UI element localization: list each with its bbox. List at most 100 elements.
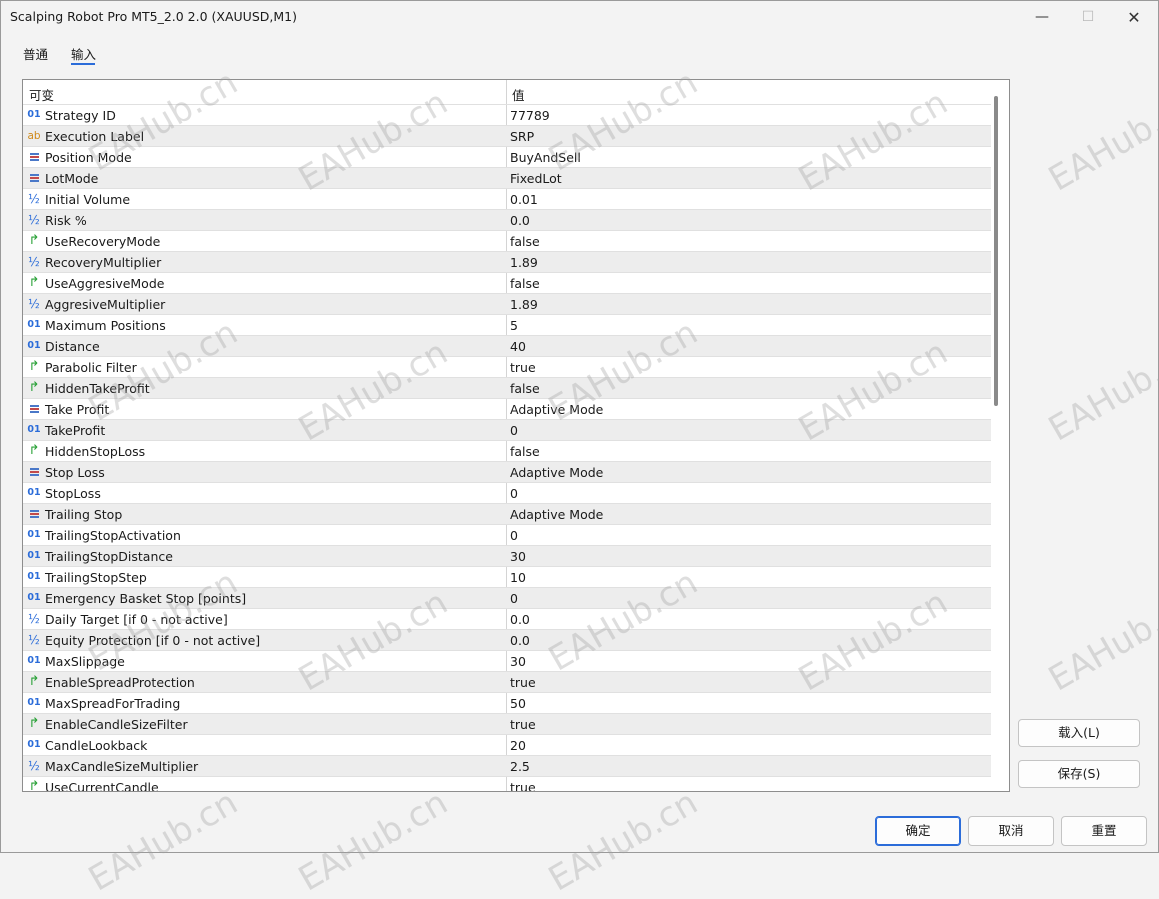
table-row[interactable]: ↱ UseCurrentCandle true bbox=[23, 776, 991, 792]
double-icon: ½ bbox=[28, 297, 40, 311]
table-row[interactable]: LotMode FixedLot bbox=[23, 167, 991, 188]
row-value[interactable]: 1.89 bbox=[510, 255, 538, 270]
row-variable-name: UseAggresiveMode bbox=[45, 276, 165, 291]
row-value[interactable]: 20 bbox=[510, 738, 526, 753]
table-row[interactable]: ½ AggresiveMultiplier 1.89 bbox=[23, 293, 991, 314]
table-row[interactable]: ↱ UseAggresiveMode false bbox=[23, 272, 991, 293]
row-variable-name: CandleLookback bbox=[45, 738, 148, 753]
row-value[interactable]: FixedLot bbox=[510, 171, 562, 186]
row-variable-name: AggresiveMultiplier bbox=[45, 297, 166, 312]
row-value[interactable]: 0.01 bbox=[510, 192, 538, 207]
maximize-button[interactable]: ☐ bbox=[1065, 1, 1111, 33]
table-row[interactable]: ½ RecoveryMultiplier 1.89 bbox=[23, 251, 991, 272]
double-icon: ½ bbox=[28, 633, 40, 647]
row-variable-name: Daily Target [if 0 - not active] bbox=[45, 612, 228, 627]
table-row[interactable]: ½ Equity Protection [if 0 - not active] 0.… bbox=[23, 629, 991, 650]
row-variable-name: StopLoss bbox=[45, 486, 101, 501]
row-value[interactable]: true bbox=[510, 360, 536, 375]
integer-icon: 01 bbox=[27, 697, 41, 708]
row-value[interactable]: 0.0 bbox=[510, 633, 530, 648]
integer-icon: 01 bbox=[27, 655, 41, 666]
table-row[interactable]: 01 CandleLookback 20 bbox=[23, 734, 991, 755]
row-value[interactable]: 10 bbox=[510, 570, 526, 585]
row-value[interactable]: 0.0 bbox=[510, 612, 530, 627]
row-variable-name: Equity Protection [if 0 - not active] bbox=[45, 633, 261, 648]
table-row[interactable]: 01 StopLoss 0 bbox=[23, 482, 991, 503]
table-row[interactable]: ↱ HiddenStopLoss false bbox=[23, 440, 991, 461]
table-row[interactable]: Position Mode BuyAndSell bbox=[23, 146, 991, 167]
table-row[interactable]: 01 Maximum Positions 5 bbox=[23, 314, 991, 335]
row-value[interactable]: 2.5 bbox=[510, 759, 530, 774]
row-value[interactable]: 0 bbox=[510, 528, 518, 543]
save-button[interactable]: 保存(S) bbox=[1018, 760, 1140, 788]
row-value[interactable]: Adaptive Mode bbox=[510, 465, 603, 480]
row-value[interactable]: false bbox=[510, 444, 540, 459]
table-row[interactable]: 01 MaxSlippage 30 bbox=[23, 650, 991, 671]
bool-icon: ↱ bbox=[28, 779, 40, 792]
table-row[interactable]: 01 MaxSpreadForTrading 50 bbox=[23, 692, 991, 713]
double-icon: ½ bbox=[28, 612, 40, 626]
table-row[interactable]: 01 Emergency Basket Stop [points] 0 bbox=[23, 587, 991, 608]
table-row[interactable]: ↱ Parabolic Filter true bbox=[23, 356, 991, 377]
table-row[interactable]: ↱ UseRecoveryMode false bbox=[23, 230, 991, 251]
row-value[interactable]: 77789 bbox=[510, 108, 550, 123]
row-value[interactable]: 40 bbox=[510, 339, 526, 354]
integer-icon: 01 bbox=[27, 424, 41, 435]
row-value[interactable]: 1.89 bbox=[510, 297, 538, 312]
row-value[interactable]: 0 bbox=[510, 486, 518, 501]
table-row[interactable]: ½ Risk % 0.0 bbox=[23, 209, 991, 230]
table-row[interactable]: Take Profit Adaptive Mode bbox=[23, 398, 991, 419]
table-row[interactable]: 01 Distance 40 bbox=[23, 335, 991, 356]
table-row[interactable]: ↱ EnableSpreadProtection true bbox=[23, 671, 991, 692]
tab-inputs[interactable]: 输入 bbox=[71, 44, 96, 63]
reset-button[interactable]: 重置 bbox=[1061, 816, 1147, 846]
header-value[interactable]: 值 bbox=[512, 85, 525, 104]
bool-icon: ↱ bbox=[28, 233, 40, 248]
row-value[interactable]: Adaptive Mode bbox=[510, 402, 603, 417]
watermark-text: EAHub.cn bbox=[82, 782, 245, 899]
tab-common[interactable]: 普通 bbox=[23, 44, 48, 63]
row-value[interactable]: 5 bbox=[510, 318, 518, 333]
row-value[interactable]: 50 bbox=[510, 696, 526, 711]
table-row[interactable]: 01 TakeProfit 0 bbox=[23, 419, 991, 440]
ok-button[interactable]: 确定 bbox=[875, 816, 961, 846]
row-value[interactable]: false bbox=[510, 381, 540, 396]
table-row[interactable]: ab Execution Label SRP bbox=[23, 125, 991, 146]
row-value[interactable]: false bbox=[510, 276, 540, 291]
row-value[interactable]: 30 bbox=[510, 654, 526, 669]
row-value[interactable]: SRP bbox=[510, 129, 534, 144]
row-value[interactable]: 0 bbox=[510, 423, 518, 438]
table-row[interactable]: 01 TrailingStopDistance 30 bbox=[23, 545, 991, 566]
table-row[interactable]: ↱ EnableCandleSizeFilter true bbox=[23, 713, 991, 734]
table-row[interactable]: 01 Strategy ID 77789 bbox=[23, 104, 991, 125]
row-value[interactable]: true bbox=[510, 675, 536, 690]
minimize-button[interactable]: — bbox=[1019, 1, 1065, 33]
cancel-button[interactable]: 取消 bbox=[968, 816, 1054, 846]
table-row[interactable]: Trailing Stop Adaptive Mode bbox=[23, 503, 991, 524]
table-row[interactable]: ½ Initial Volume 0.01 bbox=[23, 188, 991, 209]
row-value[interactable]: 0.0 bbox=[510, 213, 530, 228]
row-variable-name: TrailingStopActivation bbox=[45, 528, 181, 543]
row-value[interactable]: 30 bbox=[510, 549, 526, 564]
table-row[interactable]: 01 TrailingStopStep 10 bbox=[23, 566, 991, 587]
integer-icon: 01 bbox=[27, 529, 41, 540]
vertical-scrollbar[interactable] bbox=[994, 96, 998, 406]
row-value[interactable]: BuyAndSell bbox=[510, 150, 581, 165]
row-value[interactable]: 0 bbox=[510, 591, 518, 606]
row-value[interactable]: true bbox=[510, 780, 536, 791]
integer-icon: 01 bbox=[27, 319, 41, 330]
bool-icon: ↱ bbox=[28, 359, 40, 374]
table-row[interactable]: ↱ HiddenTakeProfit false bbox=[23, 377, 991, 398]
close-button[interactable]: ✕ bbox=[1111, 1, 1157, 33]
table-row[interactable]: ½ MaxCandleSizeMultiplier 2.5 bbox=[23, 755, 991, 776]
table-row[interactable]: Stop Loss Adaptive Mode bbox=[23, 461, 991, 482]
row-variable-name: Maximum Positions bbox=[45, 318, 166, 333]
row-value[interactable]: Adaptive Mode bbox=[510, 507, 603, 522]
row-value[interactable]: false bbox=[510, 234, 540, 249]
load-button[interactable]: 载入(L) bbox=[1018, 719, 1140, 747]
row-variable-name: TakeProfit bbox=[45, 423, 106, 438]
header-variable[interactable]: 可变 bbox=[29, 85, 54, 104]
table-row[interactable]: ½ Daily Target [if 0 - not active] 0.0 bbox=[23, 608, 991, 629]
row-value[interactable]: true bbox=[510, 717, 536, 732]
table-row[interactable]: 01 TrailingStopActivation 0 bbox=[23, 524, 991, 545]
